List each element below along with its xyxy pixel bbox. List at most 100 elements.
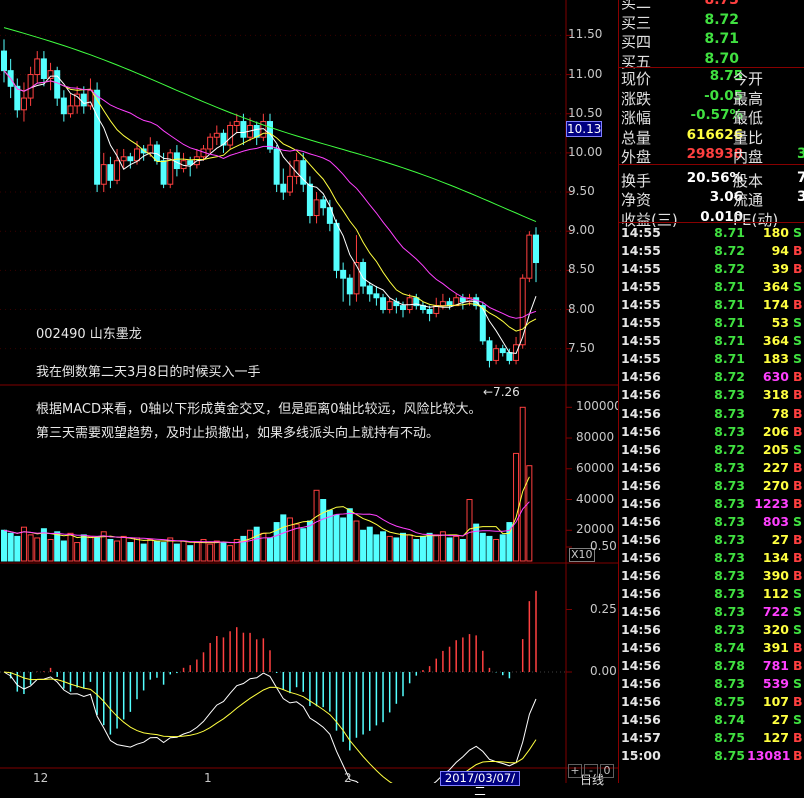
trade-price: 8.73	[714, 387, 745, 403]
candle-body	[94, 89, 101, 185]
stat-row: 涨幅 -0.57% 最低	[619, 107, 804, 127]
volume-bar	[153, 540, 160, 562]
trade-price: 8.72	[714, 369, 745, 385]
volume-bar	[300, 528, 307, 562]
trade-time: 14:56	[621, 640, 661, 656]
trade-row: 14:56 8.73 539 S	[619, 676, 804, 694]
volume-bar	[333, 514, 340, 562]
bid-level-row: 买三 8.72	[619, 12, 804, 32]
trade-price: 8.72	[714, 261, 745, 277]
candle-body	[526, 234, 533, 279]
volume-bar	[34, 537, 41, 562]
candle-body	[40, 58, 47, 79]
candle-body	[366, 285, 373, 295]
volume-bar	[120, 535, 127, 562]
trade-row: 14:56 8.75 107 B	[619, 694, 804, 712]
trade-price: 8.75	[714, 748, 745, 764]
trade-time: 14:56	[621, 423, 661, 439]
volume-bar	[326, 509, 333, 562]
trade-row: 14:56 8.73 27 B	[619, 532, 804, 550]
trade-time: 14:56	[621, 459, 661, 475]
volume-bar	[54, 531, 61, 562]
stat-label-2: 今开	[733, 70, 764, 88]
candle-body	[499, 348, 506, 354]
trade-time: 14:56	[621, 549, 661, 565]
price-tick-label: 9.00	[568, 223, 595, 238]
trade-side: B	[793, 495, 803, 511]
volume-bar	[1, 529, 7, 562]
trade-side: S	[793, 279, 803, 295]
trade-price: 8.78	[714, 658, 745, 674]
reset-button[interactable]: 0	[600, 764, 614, 778]
trade-price: 8.73	[714, 622, 745, 638]
bid-level-row: 买四 8.71	[619, 31, 804, 51]
stat-label: 换手	[621, 171, 652, 190]
trade-side: B	[793, 261, 803, 277]
trade-time: 14:56	[621, 694, 661, 710]
chart-grid	[0, 0, 618, 783]
trade-row: 14:55 8.71 174 B	[619, 297, 804, 315]
candle-body	[533, 234, 539, 264]
trade-time: 14:55	[621, 297, 661, 313]
volume-bar	[493, 538, 500, 562]
price-tick-label: 9.50	[568, 184, 595, 199]
candle-body	[160, 160, 167, 185]
trade-side: B	[793, 567, 803, 583]
zoom-in-button[interactable]: +	[568, 764, 582, 778]
candle-body	[333, 222, 340, 271]
volume-bar	[353, 520, 360, 562]
candle-body	[153, 144, 160, 162]
zoom-out-button[interactable]: -	[584, 764, 598, 778]
trade-side: S	[793, 351, 803, 367]
trade-row: 14:56 8.73 722 S	[619, 604, 804, 622]
candle-body	[380, 297, 387, 311]
trade-price: 8.73	[714, 676, 745, 692]
bid-level-price: 8.70	[704, 50, 739, 67]
trade-price: 8.73	[714, 477, 745, 493]
volume-bar	[7, 532, 14, 562]
trade-row: 14:56 8.73 320 S	[619, 622, 804, 640]
trade-side: S	[793, 586, 803, 601]
trade-row: 14:57 8.75 127 B	[619, 730, 804, 748]
stat-label: 现价	[621, 70, 652, 88]
trade-row: 14:55 8.71 364 S	[619, 279, 804, 297]
kline-chart[interactable]	[0, 0, 618, 783]
trade-price: 8.75	[714, 694, 745, 710]
volume-bar	[267, 537, 273, 562]
stat-row: 现价 8.75 今开	[619, 68, 804, 88]
volume-bar	[180, 540, 187, 562]
volume-bar	[193, 542, 200, 562]
trade-price: 8.73	[714, 567, 745, 583]
volume-bar	[406, 534, 413, 562]
trade-time: 14:56	[621, 513, 661, 529]
trade-row: 14:55 8.71 183 S	[619, 351, 804, 369]
price-tick-label: 10.00	[568, 144, 603, 159]
volume-bar	[87, 535, 94, 562]
candle-body	[107, 164, 114, 181]
volume-bar	[519, 406, 526, 562]
candle-body	[373, 293, 380, 299]
trade-time: 14:56	[621, 369, 661, 385]
candle-body	[426, 309, 433, 314]
volume-bar	[400, 532, 406, 562]
stock-code-name: 002490 山东墨龙	[36, 327, 142, 342]
candle-body	[493, 348, 500, 361]
volume-bar	[74, 542, 81, 562]
trade-side: S	[793, 441, 803, 457]
trade-time: 14:55	[621, 333, 661, 349]
stat-label-2: 最低	[733, 109, 764, 127]
candle-body	[486, 340, 493, 361]
price-tick-label: 7.50	[568, 340, 595, 355]
trade-time: 14:55	[621, 243, 661, 259]
trade-time: 14:55	[621, 225, 661, 240]
candle-body	[353, 262, 360, 295]
trade-row: 15:00 8.75 13081 B	[619, 748, 804, 766]
candle-body	[240, 121, 247, 138]
candle-body	[406, 297, 413, 311]
volume-bar	[486, 535, 493, 562]
trade-price: 8.72	[714, 243, 745, 259]
volume-bar	[134, 537, 140, 562]
trade-side: S	[793, 333, 803, 349]
volume-bar	[27, 534, 34, 562]
trade-side: B	[793, 405, 803, 421]
